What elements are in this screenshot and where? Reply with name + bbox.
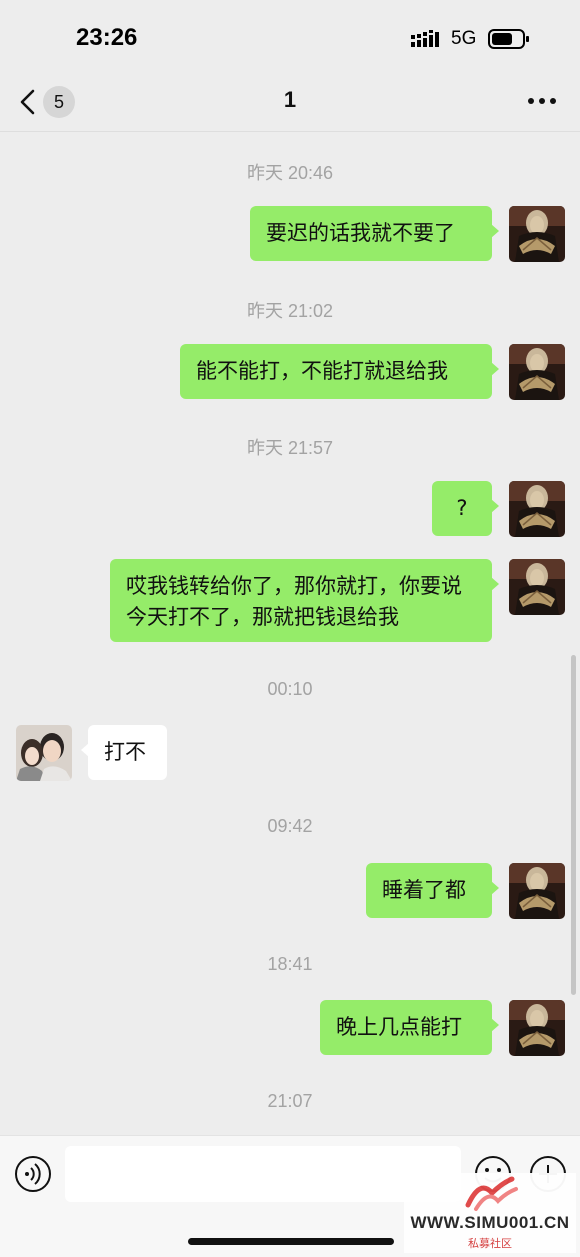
message-timestamp: 21:07	[267, 1091, 313, 1111]
outgoing-message-bubble[interactable]: 要迟的话我就不要了	[250, 206, 499, 261]
outgoing-message-bubble[interactable]: ?	[432, 481, 499, 536]
my-avatar[interactable]	[509, 559, 565, 615]
message-timestamp: 00:10	[267, 679, 313, 699]
site-watermark: WWW.SIMU001.CN 私募社区	[404, 1173, 576, 1253]
my-avatar[interactable]	[509, 344, 565, 400]
outgoing-message-bubble[interactable]: 睡着了都	[366, 863, 499, 918]
message-text: 晚上几点能打	[336, 1015, 462, 1039]
network-type: 5G	[451, 28, 477, 49]
message-text: 打不	[104, 740, 146, 764]
message-timestamp: 09:42	[267, 816, 313, 836]
message-text: 能不能打，不能打就退给我	[196, 359, 448, 383]
watermark-url: WWW.SIMU001.CN	[410, 1213, 570, 1232]
message-text: ?	[456, 496, 468, 520]
message-input[interactable]	[65, 1146, 461, 1202]
contact-avatar[interactable]	[16, 725, 72, 781]
back-button[interactable]: 5	[18, 84, 78, 120]
message-text: 哎我钱转给你了，那你就打，你要说今天打不了，那就把钱退给我	[126, 574, 462, 629]
status-bar: 23:26 5G	[0, 0, 580, 72]
voice-icon[interactable]	[14, 1155, 52, 1193]
message-timestamp: 昨天 20:46	[246, 163, 334, 183]
message-text: 要迟的话我就不要了	[266, 221, 455, 245]
unread-count-badge: 5	[43, 86, 75, 118]
message-timestamp: 昨天 21:57	[246, 438, 334, 458]
signal-icon	[411, 30, 439, 47]
message-timestamp: 昨天 21:02	[246, 301, 334, 321]
more-dots-icon[interactable]	[524, 86, 560, 116]
incoming-message-bubble[interactable]: 打不	[81, 725, 167, 780]
status-time: 23:26	[76, 24, 138, 51]
message-text: 睡着了都	[382, 878, 466, 902]
message-scrollbar[interactable]	[571, 655, 576, 995]
message-timestamp: 18:41	[267, 954, 313, 974]
chat-title: 1	[283, 87, 297, 112]
back-chevron-icon	[20, 89, 35, 115]
battery-icon	[488, 29, 529, 49]
watermark-subtitle: 私募社区	[468, 1237, 512, 1250]
outgoing-message-bubble[interactable]: 哎我钱转给你了，那你就打，你要说今天打不了，那就把钱退给我	[110, 559, 499, 642]
my-avatar[interactable]	[509, 206, 565, 262]
chat-header: 5 1	[0, 72, 580, 132]
my-avatar[interactable]	[509, 1000, 565, 1056]
home-indicator[interactable]	[188, 1238, 394, 1245]
my-avatar[interactable]	[509, 481, 565, 537]
my-avatar[interactable]	[509, 863, 565, 919]
outgoing-message-bubble[interactable]: 晚上几点能打	[320, 1000, 499, 1055]
watermark-logo-icon	[465, 1176, 518, 1211]
outgoing-message-bubble[interactable]: 能不能打，不能打就退给我	[180, 344, 499, 399]
